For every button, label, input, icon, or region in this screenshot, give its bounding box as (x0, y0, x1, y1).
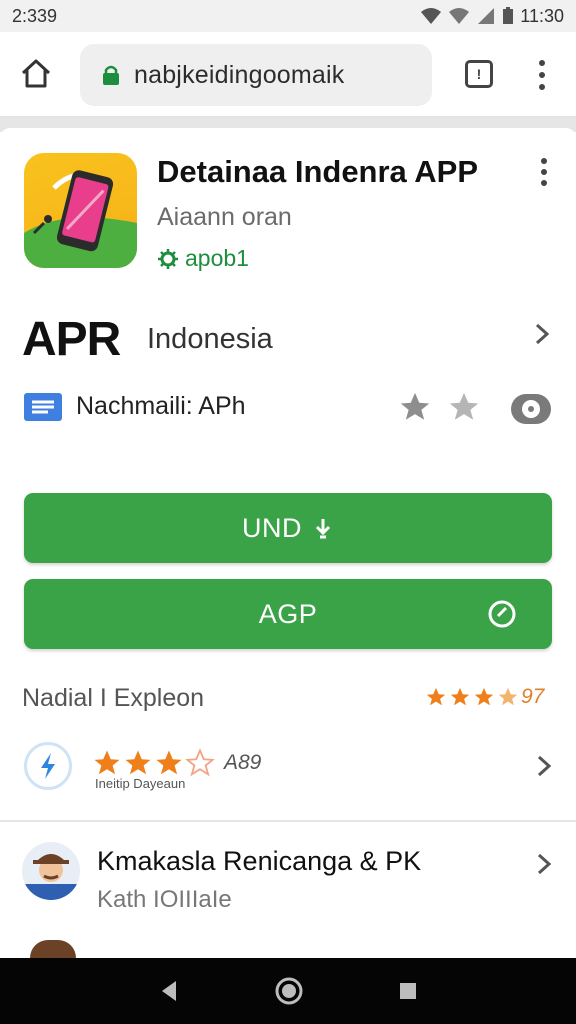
chevron-right-icon[interactable] (536, 754, 552, 778)
rating-label: APR (22, 313, 121, 366)
install-button-label: UND (242, 512, 302, 543)
avatar (22, 842, 80, 900)
star-icon (94, 750, 120, 775)
star-icon (156, 750, 182, 775)
info-text: Nachmaili: APh (76, 392, 246, 420)
back-icon[interactable] (158, 979, 180, 1003)
chevron-right-icon[interactable] (534, 322, 550, 346)
refresh-icon (488, 600, 516, 628)
app-icon[interactable] (24, 153, 137, 268)
recents-icon[interactable] (398, 981, 418, 1001)
review-subtitle: Ineitip Dayeaun (95, 776, 186, 791)
browser-toolbar: nabjkeidingoomaik ! (0, 32, 576, 118)
status-bar: 2:339 11:30 (0, 0, 576, 32)
tabs-icon[interactable]: ! (465, 60, 493, 88)
review-row[interactable]: Kmakasla Renicanga & PK Kath IOIIIaIe (0, 822, 576, 942)
url-bar[interactable]: nabjkeidingoomaik (80, 44, 432, 106)
url-text: nabjkeidingoomaik (134, 60, 345, 89)
home-icon[interactable] (18, 56, 54, 92)
app-badge-text: apob1 (185, 245, 249, 271)
reviews-section-rating-text: 97 (521, 685, 545, 708)
menu-dot (539, 84, 545, 90)
install-button[interactable]: UND (24, 493, 552, 563)
lock-icon (103, 65, 119, 85)
star-icon (474, 687, 494, 706)
chevron-right-icon[interactable] (536, 852, 552, 876)
open-button-label: AGP (258, 598, 318, 629)
home-circle-icon[interactable] (275, 977, 303, 1005)
status-time-right: 11:30 (520, 5, 564, 26)
star-icon[interactable] (398, 390, 432, 424)
info-row: Nachmaili: APh (24, 392, 246, 421)
star-icon (426, 687, 446, 706)
document-icon (24, 392, 62, 421)
navigation-bar (0, 958, 576, 1024)
review-stars: A89 (92, 748, 261, 778)
app-developer[interactable]: Aiaann oran (157, 203, 292, 232)
kebab-dot (541, 158, 547, 164)
menu-dot (539, 60, 545, 66)
star-icon (498, 687, 518, 706)
wifi-alt-icon (449, 8, 470, 24)
download-icon (315, 519, 331, 539)
signal-icon (478, 8, 495, 24)
app-detail-card: Detainaa Indenra APP Aiaann oran apob1 A… (0, 128, 576, 958)
review-row[interactable]: A89 Ineitip Dayeaun (0, 726, 576, 822)
battery-icon (503, 7, 514, 24)
review-score: A89 (224, 751, 262, 774)
star-icon (125, 750, 151, 775)
status-time-left: 2:339 (12, 5, 58, 26)
app-badge: apob1 (157, 245, 249, 272)
app-title: Detainaa Indenra APP (157, 154, 479, 189)
star-icon (450, 687, 470, 706)
kebab-dot (541, 169, 547, 175)
eye-icon[interactable] (511, 394, 551, 424)
tab-count: ! (476, 66, 482, 82)
kebab-icon[interactable] (532, 156, 554, 188)
review-title: Kmakasla Renicanga & PK (97, 846, 422, 876)
kebab-dot (541, 180, 547, 186)
region-label[interactable]: Indonesia (147, 323, 273, 356)
wifi-icon (421, 8, 442, 24)
star-outline-icon (185, 748, 215, 777)
reviews-section-rating: 97 (425, 685, 544, 709)
status-icons: 11:30 (420, 6, 564, 27)
menu-dot (539, 72, 545, 78)
star-icon[interactable] (447, 390, 481, 424)
phone-illustration (24, 170, 137, 268)
gear-badge-icon (158, 248, 178, 269)
menu-icon[interactable] (530, 58, 554, 92)
reviews-section-title: Nadial I Expleon (22, 684, 205, 712)
open-button[interactable]: AGP (24, 579, 552, 649)
review-subtitle: Kath IOIIIaIe (97, 886, 232, 913)
flash-icon (24, 742, 72, 790)
